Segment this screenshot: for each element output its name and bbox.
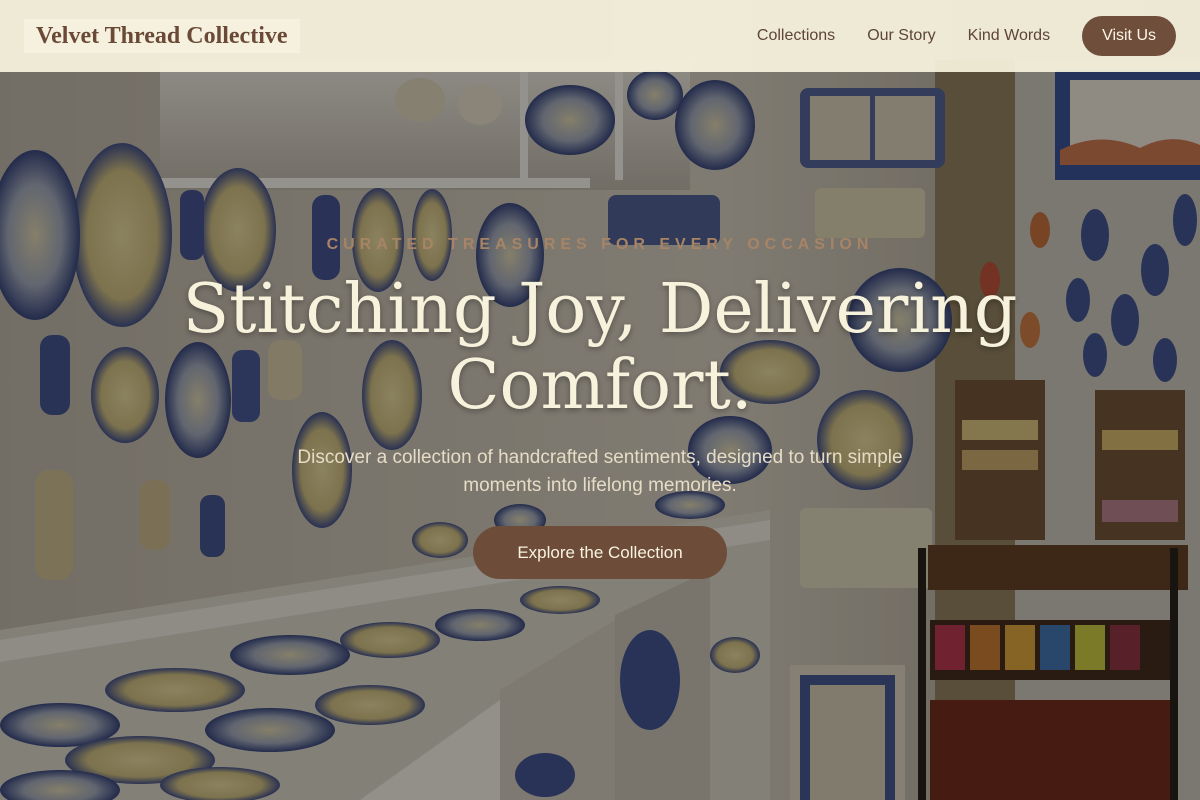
hero-section: CURATED TREASURES FOR EVERY OCCASION Sti…	[0, 0, 1200, 800]
hero-headline: Stitching Joy, Delivering Comfort.	[182, 270, 1018, 425]
hero-eyebrow: CURATED TREASURES FOR EVERY OCCASION	[326, 236, 874, 253]
hero-subtext: Discover a collection of handcrafted sen…	[297, 447, 903, 496]
main-nav: Collections Our Story Kind Words Visit U…	[757, 16, 1176, 56]
landing-page: Velvet Thread Collective Collections Our…	[0, 0, 1200, 800]
explore-collection-button[interactable]: Explore the Collection	[473, 526, 727, 579]
site-header: Velvet Thread Collective Collections Our…	[0, 0, 1200, 72]
visit-us-button[interactable]: Visit Us	[1082, 16, 1176, 56]
brand-logo[interactable]: Velvet Thread Collective	[24, 19, 300, 53]
nav-link-kind-words[interactable]: Kind Words	[968, 27, 1050, 45]
nav-link-collections[interactable]: Collections	[757, 27, 835, 45]
nav-link-our-story[interactable]: Our Story	[867, 27, 935, 45]
